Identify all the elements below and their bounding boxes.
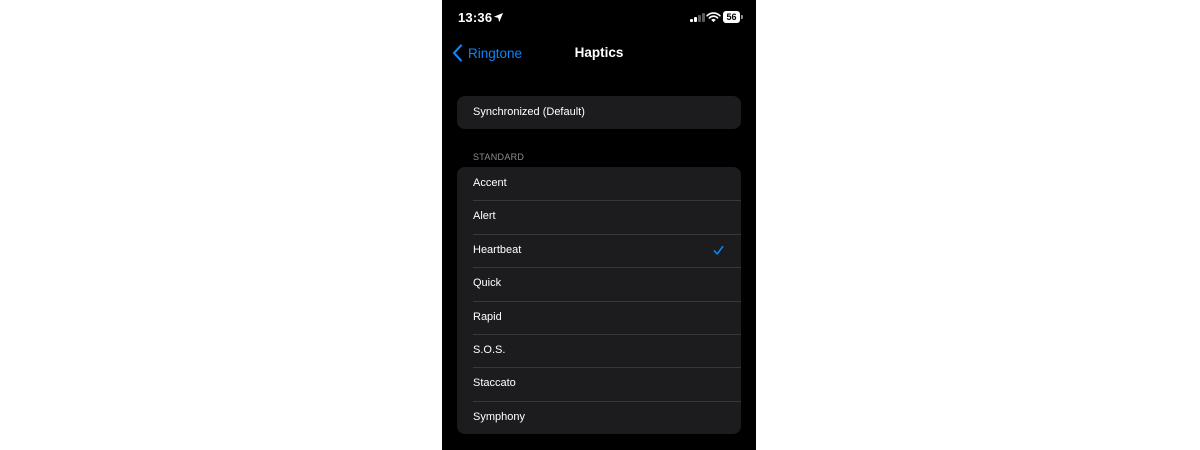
standard-options-group: Accent Alert Heartbeat Quick Rapid S.O.S… xyxy=(457,167,741,435)
location-arrow-icon xyxy=(493,12,504,23)
cellular-signal-icon xyxy=(690,13,706,22)
page-title: Haptics xyxy=(574,45,624,60)
option-label: Alert xyxy=(473,210,496,223)
option-quick[interactable]: Quick xyxy=(457,267,741,300)
default-option-group: Synchronized (Default) xyxy=(457,96,741,130)
option-symphony[interactable]: Symphony xyxy=(457,400,741,434)
option-staccato[interactable]: Staccato xyxy=(457,367,741,400)
option-label: Accent xyxy=(473,177,507,189)
option-sos[interactable]: S.O.S. xyxy=(457,333,741,367)
wifi-icon xyxy=(706,12,721,23)
option-rapid[interactable]: Rapid xyxy=(457,300,741,334)
battery-icon: 56 xyxy=(723,11,740,23)
battery-tip xyxy=(741,15,743,19)
option-label: Synchronized (Default) xyxy=(473,106,585,118)
status-time: 13:36 xyxy=(458,10,493,25)
option-label: S.O.S. xyxy=(473,343,506,356)
option-accent[interactable]: Accent xyxy=(457,167,741,200)
option-label: Symphony xyxy=(473,410,525,423)
option-alert[interactable]: Alert xyxy=(457,200,741,233)
section-header-standard: STANDARD xyxy=(473,152,525,162)
option-heartbeat[interactable]: Heartbeat xyxy=(457,233,741,267)
phone-screen: 13:36 56 Ringtone Haptics Synchronized (… xyxy=(442,0,756,450)
option-label: Quick xyxy=(473,277,502,290)
option-label: Heartbeat xyxy=(473,243,522,256)
checkmark-icon xyxy=(713,245,724,255)
option-label: Rapid xyxy=(473,310,502,323)
option-synchronized[interactable]: Synchronized (Default) xyxy=(457,96,741,129)
status-bar: 13:36 56 xyxy=(442,0,756,36)
option-label: Staccato xyxy=(473,377,516,390)
navigation-bar: Ringtone Haptics xyxy=(442,36,756,70)
